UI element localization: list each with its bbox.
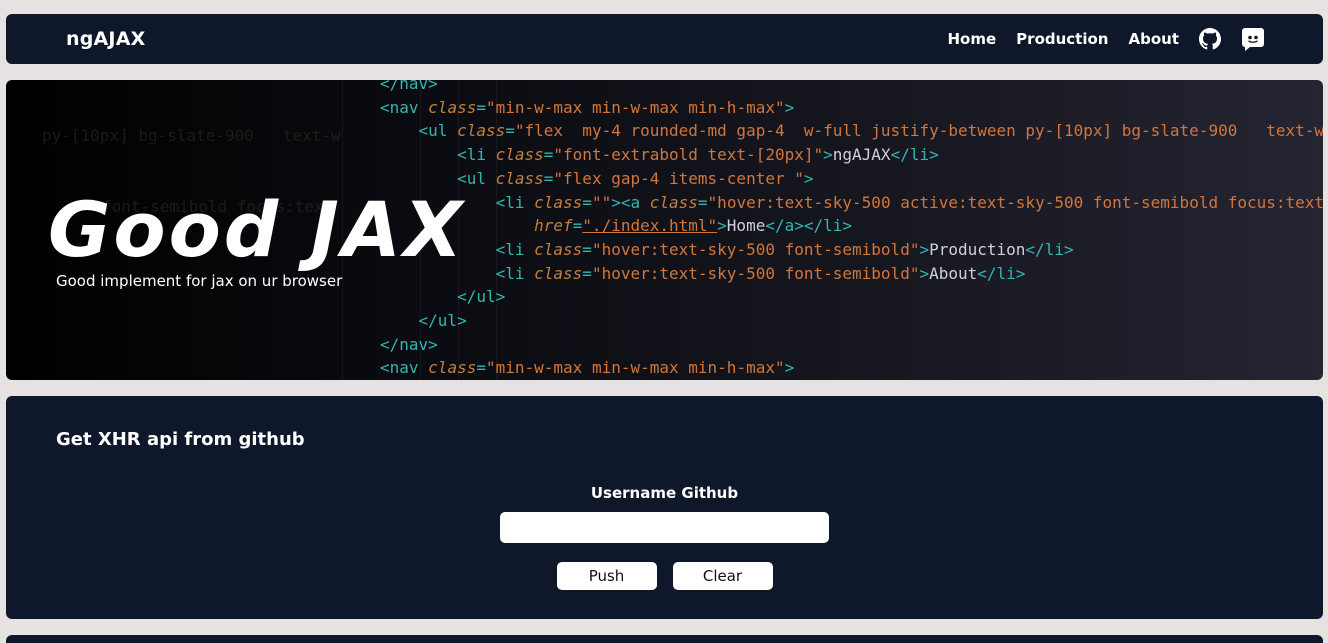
nav-link-home[interactable]: Home [948, 30, 997, 48]
username-label: Username Github [590, 484, 739, 502]
username-input[interactable] [500, 512, 829, 543]
hero-title: Good JAX [48, 185, 466, 274]
button-row: Push Clear [556, 562, 773, 590]
nav-link-production[interactable]: Production [1016, 30, 1108, 48]
top-navbar: ngAJAX Home Production About [6, 14, 1323, 64]
panel-title: Get XHR api from github [56, 429, 305, 450]
brand-logo[interactable]: ngAJAX [66, 28, 145, 50]
clear-button[interactable]: Clear [672, 562, 773, 590]
github-icon[interactable] [1199, 28, 1221, 50]
nav-links: Home Production About [948, 27, 1266, 51]
discord-icon[interactable] [1241, 27, 1265, 51]
panel-title-bold: XHR [97, 429, 141, 450]
xhr-panel: Get XHR api from github Username Github … [6, 396, 1323, 619]
next-section-strip [6, 635, 1323, 643]
github-form: Username Github Push Clear [6, 484, 1323, 590]
background-code-ghost: py-[10px] bg-slate-900 text-w [42, 126, 341, 145]
panel-title-suffix: api from github [140, 429, 305, 450]
panel-title-prefix: Get [56, 429, 98, 450]
hero-banner: py-[10px] bg-slate-900 text-w font-semib… [6, 80, 1323, 380]
push-button[interactable]: Push [556, 562, 657, 590]
hero-subtitle: Good implement for jax on ur browser [56, 272, 343, 290]
nav-link-about[interactable]: About [1128, 30, 1179, 48]
background-code-image: </nav> <nav class="min-w-max min-w-max m… [380, 80, 1323, 378]
